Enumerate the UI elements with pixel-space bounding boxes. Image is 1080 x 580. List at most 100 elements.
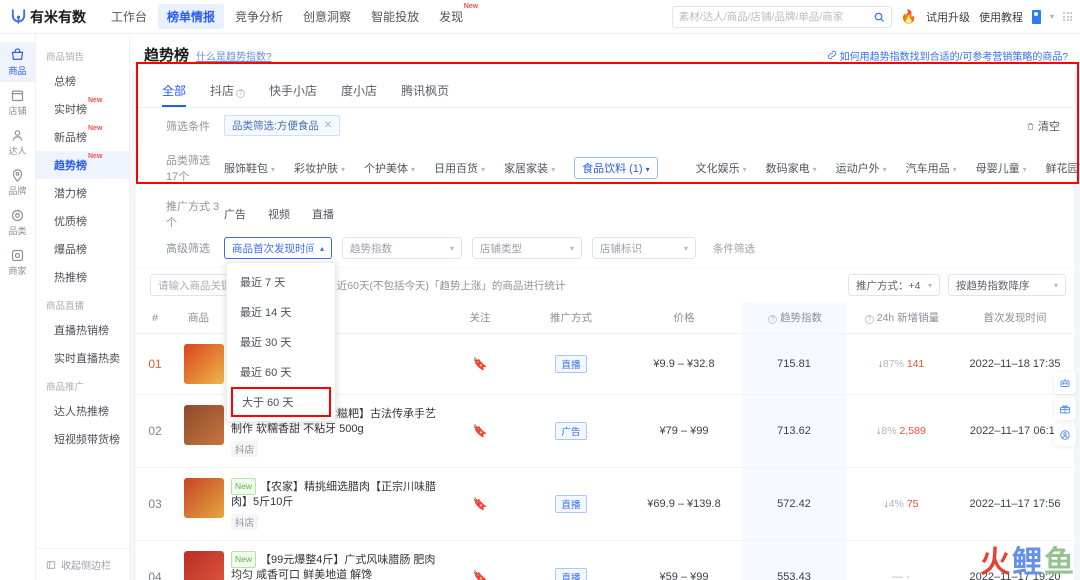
chevron-down-icon: ▾	[271, 164, 276, 174]
cell-follow[interactable]: 🔖	[444, 467, 516, 541]
category-auto[interactable]: 汽车用品 ▾	[906, 160, 957, 176]
dropdown-option-over-60d[interactable]: 大于 60 天	[231, 387, 331, 417]
tab-du-shop[interactable]: 度小店	[329, 77, 389, 107]
help-link[interactable]: 如何用趋势指数找到合适的/可参考营销策略的商品?	[827, 48, 1068, 63]
robot-assistant-button[interactable]	[1054, 372, 1076, 394]
cell-sales: ↓4% 75	[846, 467, 956, 541]
table-row[interactable]: 03 New 【农家】精挑细选腊肉【正宗川味腊肉】5斤10斤 抖店 🔖 直播 ¥…	[136, 467, 1074, 541]
sidebar-item-new-product-rank[interactable]: 新品榜 New	[36, 123, 129, 151]
dropdown-option-30d[interactable]: 最近 30 天	[227, 327, 335, 357]
sidebar-item-hot-push-rank[interactable]: 热推榜	[36, 263, 129, 291]
nav-item-discover[interactable]: 发现 New	[430, 3, 478, 29]
clear-filters-button[interactable]: 清空	[1026, 118, 1060, 134]
table-row[interactable]: 04 New 【99元爆整4斤】广式风味腊肠 肥肉均匀 咸香可口 鲜美地道 解馋 …	[136, 540, 1074, 580]
product-thumbnail[interactable]	[184, 478, 224, 518]
product-thumbnail[interactable]	[184, 344, 224, 384]
sidebar-item-trend-rank[interactable]: 趋势榜 New	[36, 151, 129, 179]
filter-tag-category[interactable]: 品类筛选:方便食品 ✕	[224, 115, 341, 136]
upgrade-link[interactable]: 试用升级	[926, 9, 970, 25]
select-shop-type[interactable]: 店铺类型 ▾	[472, 237, 582, 259]
bookmark-icon[interactable]: 🔖	[473, 424, 488, 438]
category-apparel[interactable]: 服饰鞋包 ▾	[224, 160, 275, 176]
nav-item-rankings[interactable]: 榜单情报	[158, 4, 225, 29]
sidebar-item-potential-rank[interactable]: 潜力榜	[36, 179, 129, 207]
category-food-beverage[interactable]: 食品饮料 (1) ▾	[574, 156, 658, 179]
select-condition[interactable]: 条件筛选	[706, 237, 766, 259]
promo-filter-row: 推广方式 3个 广告 视频 直播	[136, 194, 1074, 234]
sidebar-item-realtime-live[interactable]: 实时直播热卖	[36, 344, 129, 372]
help-icon[interactable]: ?	[236, 89, 246, 98]
select-sort-order[interactable]: 按趋势指数降序 ▾	[948, 274, 1066, 296]
promo-video[interactable]: 视频	[268, 206, 290, 222]
cell-follow[interactable]: 🔖	[444, 394, 516, 468]
dropdown-option-14d[interactable]: 最近 14 天	[227, 297, 335, 327]
sort-value: 按趋势指数降序	[956, 279, 1030, 292]
promo-ad[interactable]: 广告	[224, 206, 246, 222]
sidebar-item-live-sales-rank[interactable]: 直播热销榜	[36, 316, 129, 344]
product-thumbnail[interactable]	[184, 551, 224, 580]
sidebar-item-influencer-push-rank[interactable]: 达人热推榜	[36, 397, 129, 425]
product-thumbnail[interactable]	[184, 405, 224, 445]
sidebar-item-realtime-rank[interactable]: 实时榜 New	[36, 95, 129, 123]
collapse-sidebar-button[interactable]: 收起侧边栏	[36, 548, 129, 572]
tab-all[interactable]: 全部	[150, 77, 198, 107]
col-trend-index[interactable]: ? 趋势指数	[742, 302, 846, 334]
help-icon[interactable]: ?	[768, 315, 778, 324]
bookmark-icon[interactable]: 🔖	[473, 497, 488, 511]
sidebar-item-quality-rank[interactable]: 优质榜	[36, 207, 129, 235]
gift-button[interactable]	[1054, 398, 1076, 420]
dropdown-option-7d[interactable]: 最近 7 天	[227, 267, 335, 297]
nav-item-creative[interactable]: 创意洞察	[294, 4, 360, 29]
rail-item-category[interactable]: 品类	[0, 202, 35, 242]
tab-tencent-page[interactable]: 腾讯枫页	[389, 77, 461, 107]
cell-follow[interactable]: 🔖	[444, 333, 516, 395]
search-input[interactable]	[678, 10, 873, 23]
global-search[interactable]	[671, 5, 892, 28]
nav-item-competition[interactable]: 竞争分析	[226, 4, 292, 29]
promo-live[interactable]: 直播	[312, 206, 334, 222]
bookmark-icon[interactable]: 🔖	[473, 570, 488, 580]
category-culture[interactable]: 文化娱乐 ▾	[696, 160, 747, 176]
category-cosmetics[interactable]: 彩妆护肤 ▾	[294, 160, 345, 176]
category-digital-appliance[interactable]: 数码家电 ▾	[766, 160, 817, 176]
help-icon[interactable]: ?	[864, 315, 874, 324]
category-sports-outdoor[interactable]: 运动户外 ▾	[836, 160, 887, 176]
bookmark-icon[interactable]: 🔖	[473, 357, 488, 371]
sidebar-item-hot-product-rank[interactable]: 爆品榜	[36, 235, 129, 263]
select-first-found-time[interactable]: 商品首次发现时间 ▴	[224, 237, 332, 259]
category-flowers[interactable]: 鲜花园艺▾	[1046, 160, 1080, 176]
select-promo-method[interactable]: 推广方式：+4 ▾	[848, 274, 940, 296]
rail-item-influencer[interactable]: 达人	[0, 122, 35, 162]
sidebar-item-total-rank[interactable]: 总榜	[36, 67, 129, 95]
select-trend-index[interactable]: 趋势指数 ▾	[342, 237, 462, 259]
product-info[interactable]: New 【农家】精挑细选腊肉【正宗川味腊肉】5斤10斤 抖店	[178, 478, 440, 530]
rail-item-shop[interactable]: 店铺	[0, 82, 35, 122]
cell-follow[interactable]: 🔖	[444, 540, 516, 580]
search-icon[interactable]	[873, 11, 885, 23]
page-subtitle-link[interactable]: 什么是趋势指数?	[196, 48, 272, 63]
rail-item-product[interactable]: 商品	[0, 42, 35, 82]
sidebar-item-short-video-rank[interactable]: 短视频带货榜	[36, 425, 129, 453]
col-spacer	[386, 302, 444, 334]
apps-grid-icon[interactable]	[1063, 12, 1072, 21]
col-24h-sales[interactable]: ? 24h 新增销量	[846, 302, 956, 334]
tab-kuaishou-shop[interactable]: 快手小店	[257, 77, 329, 107]
nav-item-smart-ads[interactable]: 智能投放	[362, 4, 428, 29]
category-home[interactable]: 家居家装 ▾	[504, 160, 555, 176]
category-maternal-child[interactable]: 母婴儿童 ▾	[976, 160, 1027, 176]
rail-item-merchant[interactable]: 商家	[0, 242, 35, 282]
category-personal-care[interactable]: 个护美体 ▾	[364, 160, 415, 176]
avatar[interactable]	[1031, 9, 1041, 24]
chevron-down-icon[interactable]: ▾	[1050, 12, 1054, 21]
dropdown-option-60d[interactable]: 最近 60 天	[227, 357, 335, 387]
customer-service-button[interactable]	[1054, 424, 1076, 446]
tutorial-link[interactable]: 使用教程	[979, 9, 1023, 25]
product-info[interactable]: New【99元爆整4斤】广式风味腊肠 肥肉均匀 咸香可口 鲜美地道 解馋 抖店	[178, 551, 440, 580]
app-logo[interactable]: 有米有数	[10, 7, 86, 27]
select-shop-badge[interactable]: 店铺标识 ▾	[592, 237, 696, 259]
category-daily-goods[interactable]: 日用百货 ▾	[434, 160, 485, 176]
rail-item-brand[interactable]: 品牌	[0, 162, 35, 202]
nav-item-workbench[interactable]: 工作台	[102, 4, 156, 29]
close-icon[interactable]: ✕	[324, 120, 332, 131]
tab-douyin-shop[interactable]: 抖店?	[198, 77, 257, 107]
